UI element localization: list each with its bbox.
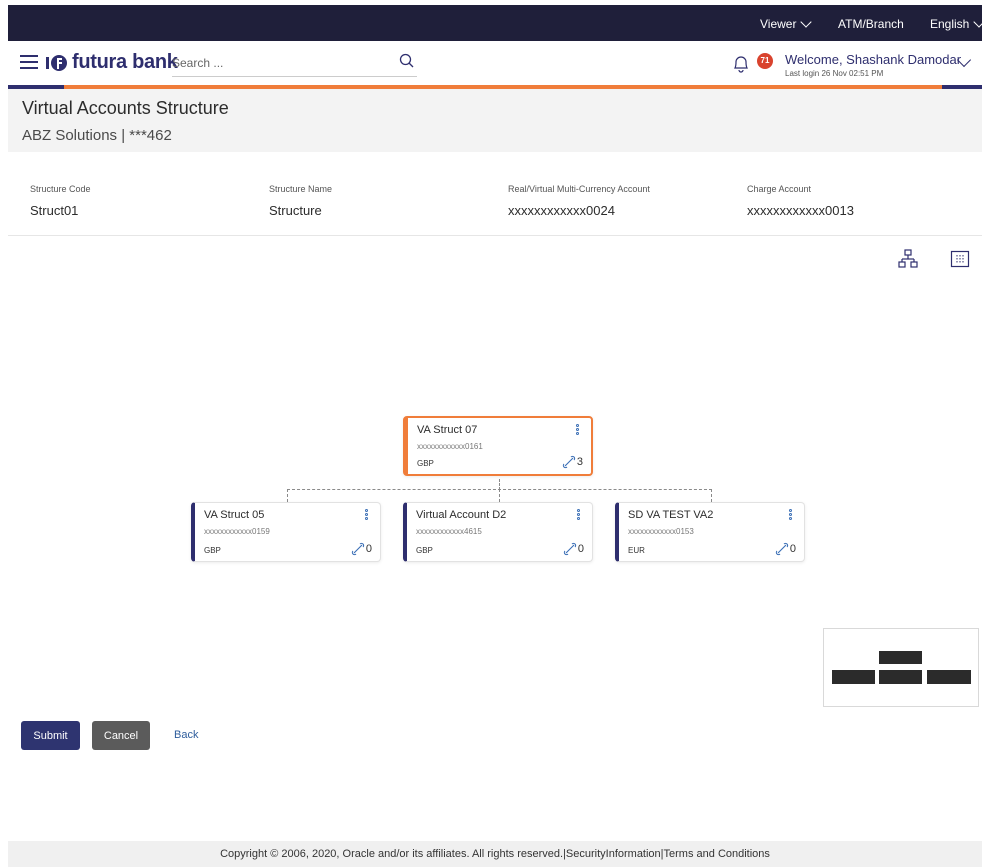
linked-count: 0 bbox=[577, 543, 584, 555]
search-icon[interactable] bbox=[399, 53, 415, 69]
node-account: xxxxxxxxxxxx4615 bbox=[416, 527, 482, 536]
viewer-label: Viewer bbox=[760, 17, 797, 31]
page-title-bar: Virtual Accounts Structure ABZ Solutions… bbox=[8, 89, 982, 152]
header: futura bank 71 Welcome, Shashank Damodar… bbox=[8, 41, 982, 85]
footer: Copyright © 2006, 2020, Oracle and/or it… bbox=[8, 841, 982, 867]
linked-count: 3 bbox=[576, 456, 583, 468]
bell-icon[interactable] bbox=[730, 53, 752, 75]
security-info-link[interactable]: SecurityInformation bbox=[566, 848, 661, 860]
top-bar: Viewer ATM/Branch English bbox=[8, 5, 982, 41]
tree-node-child[interactable]: SD VA TEST VA2 xxxxxxxxxxxx0153 EUR 0 bbox=[615, 502, 805, 562]
linked-accounts[interactable]: 0 bbox=[351, 542, 372, 556]
back-link[interactable]: Back bbox=[174, 729, 198, 741]
user-welcome[interactable]: Welcome, Shashank Damodar Last login 26 … bbox=[785, 52, 961, 78]
node-currency: GBP bbox=[416, 546, 433, 555]
minimap-child-block bbox=[927, 670, 971, 684]
search-box bbox=[172, 53, 417, 77]
menu-icon[interactable] bbox=[20, 55, 38, 69]
main-account-field: Real/Virtual Multi-Currency Account xxxx… bbox=[508, 184, 650, 218]
structure-code-label: Structure Code bbox=[30, 184, 91, 194]
minimap-child-block bbox=[832, 670, 875, 684]
charge-account-value: xxxxxxxxxxxx0013 bbox=[747, 203, 854, 218]
charge-account-field: Charge Account xxxxxxxxxxxx0013 bbox=[747, 184, 854, 218]
search-input[interactable] bbox=[172, 53, 372, 73]
tree-connector bbox=[711, 489, 712, 502]
structure-name-field: Structure Name Structure bbox=[269, 184, 332, 218]
node-name: VA Struct 07 bbox=[417, 424, 478, 436]
link-icon bbox=[562, 455, 575, 469]
kebab-menu-icon[interactable] bbox=[365, 509, 369, 523]
notification-badge[interactable]: 71 bbox=[757, 53, 773, 69]
terms-link[interactable]: Terms and Conditions bbox=[664, 848, 770, 860]
main-account-label: Real/Virtual Multi-Currency Account bbox=[508, 184, 650, 194]
tree-view-icon[interactable] bbox=[898, 249, 918, 269]
chevron-down-icon bbox=[800, 16, 813, 28]
atm-branch-label: ATM/Branch bbox=[838, 17, 904, 31]
minimap-root-block bbox=[879, 651, 922, 664]
last-login-text: Last login 26 Nov 02:51 PM bbox=[785, 69, 884, 78]
viewer-dropdown[interactable]: Viewer bbox=[760, 16, 813, 31]
page-title: Virtual Accounts Structure bbox=[22, 98, 229, 118]
welcome-text: Welcome, Shashank Damodar bbox=[785, 52, 962, 67]
page-subtitle: ABZ Solutions | ***462 bbox=[22, 127, 172, 144]
linked-accounts[interactable]: 3 bbox=[562, 455, 583, 469]
node-account: xxxxxxxxxxxx0159 bbox=[204, 527, 270, 536]
linked-accounts[interactable]: 0 bbox=[775, 542, 796, 556]
node-account: xxxxxxxxxxxx0161 bbox=[417, 442, 483, 451]
node-name: VA Struct 05 bbox=[204, 509, 265, 521]
copyright-text: Copyright © 2006, 2020, Oracle and/or it… bbox=[220, 848, 564, 860]
node-name: Virtual Account D2 bbox=[416, 509, 507, 521]
tree-connector bbox=[499, 489, 500, 502]
language-dropdown[interactable]: English bbox=[930, 16, 982, 31]
node-name: SD VA TEST VA2 bbox=[628, 509, 714, 521]
submit-button[interactable]: Submit bbox=[21, 721, 80, 750]
main-account-value: xxxxxxxxxxxx0024 bbox=[508, 203, 615, 218]
brand-logo-icon bbox=[46, 54, 67, 71]
charge-account-label: Charge Account bbox=[747, 184, 812, 194]
minimap-child-block bbox=[879, 670, 922, 684]
kebab-menu-icon[interactable] bbox=[789, 509, 793, 523]
node-currency: EUR bbox=[628, 546, 645, 555]
linked-count: 0 bbox=[789, 543, 796, 555]
atm-branch-link[interactable]: ATM/Branch bbox=[838, 17, 904, 31]
linked-count: 0 bbox=[365, 543, 372, 555]
structure-name-label: Structure Name bbox=[269, 184, 333, 194]
node-account: xxxxxxxxxxxx0153 bbox=[628, 527, 694, 536]
brand-name: futura bank bbox=[72, 51, 178, 73]
chevron-down-icon bbox=[973, 16, 982, 28]
kebab-menu-icon[interactable] bbox=[576, 424, 580, 438]
node-currency: GBP bbox=[417, 459, 434, 468]
tree-connector bbox=[287, 489, 288, 502]
structure-code-value: Struct01 bbox=[30, 203, 79, 218]
language-label: English bbox=[930, 17, 970, 31]
grid-view-icon[interactable] bbox=[950, 249, 970, 269]
brand-logo[interactable]: futura bank bbox=[46, 51, 178, 74]
kebab-menu-icon[interactable] bbox=[577, 509, 581, 523]
link-icon bbox=[351, 542, 364, 556]
structure-code-field: Structure Code Struct01 bbox=[30, 184, 91, 218]
page: Viewer ATM/Branch English futura bank Se… bbox=[8, 0, 982, 867]
tree-node-root[interactable]: VA Struct 07 xxxxxxxxxxxx0161 GBP 3 bbox=[403, 416, 593, 476]
node-currency: GBP bbox=[204, 546, 221, 555]
link-icon bbox=[775, 542, 788, 556]
linked-accounts[interactable]: 0 bbox=[563, 542, 584, 556]
structure-details: Structure Code Struct01 Structure Name S… bbox=[8, 152, 982, 236]
tree-node-child[interactable]: VA Struct 05 xxxxxxxxxxxx0159 GBP 0 bbox=[191, 502, 381, 562]
tree-minimap[interactable] bbox=[823, 628, 979, 707]
tree-node-child[interactable]: Virtual Account D2 xxxxxxxxxxxx4615 GBP … bbox=[403, 502, 593, 562]
cancel-button[interactable]: Cancel bbox=[92, 721, 150, 750]
structure-name-value: Structure bbox=[269, 203, 322, 218]
link-icon bbox=[563, 542, 576, 556]
